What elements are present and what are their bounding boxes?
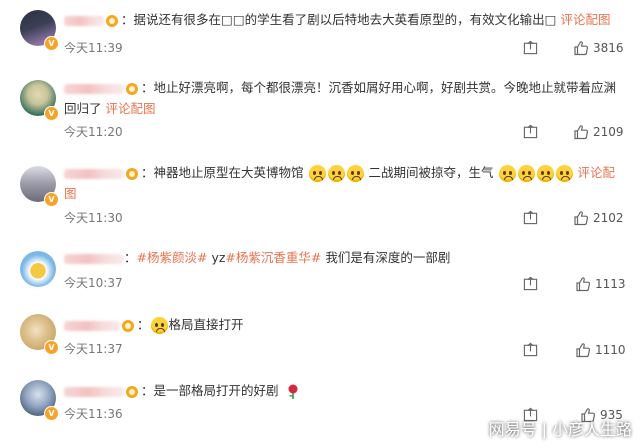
- comment-text: ：神器地止原型在大英博物馆 二战期间被掠夺，生气 评论配图: [64, 165, 615, 201]
- comment-time: 今天11:36: [64, 407, 123, 421]
- like-icon[interactable]: [575, 276, 591, 292]
- user-name[interactable]: [64, 253, 124, 264]
- hashtag-link[interactable]: #杨紫颜淡#: [137, 250, 208, 265]
- watermark-source: 网易号: [488, 420, 537, 439]
- crying-emoji-icon: [517, 165, 535, 182]
- share-icon[interactable]: [523, 40, 538, 55]
- crying-emoji-icon: [536, 165, 554, 182]
- like-icon[interactable]: [573, 210, 589, 226]
- comment-time: 今天11:37: [64, 342, 123, 356]
- crying-emoji-icon: [327, 165, 345, 182]
- comment-image-link[interactable]: 评论配图: [560, 12, 610, 27]
- level-badge-icon: [122, 319, 134, 332]
- comment-time: 今天11:20: [64, 125, 123, 139]
- like-icon[interactable]: [573, 124, 589, 140]
- user-name[interactable]: [64, 386, 124, 397]
- level-badge-icon: [106, 14, 118, 27]
- verified-badge-icon: V: [44, 36, 59, 51]
- rose-emoji-icon: [288, 384, 298, 399]
- share-icon[interactable]: [523, 124, 538, 139]
- level-badge-icon: [126, 167, 138, 180]
- hashtag-link[interactable]: #杨紫沉香重华#: [225, 250, 321, 265]
- watermark: 网易号 | 小彦人生路: [489, 416, 632, 440]
- user-name[interactable]: [64, 320, 120, 331]
- share-icon[interactable]: [523, 342, 538, 357]
- comment-time: 今天11:30: [64, 211, 123, 225]
- watermark-author: 小彦人生路: [551, 420, 632, 439]
- crying-emoji-icon: [308, 165, 326, 182]
- verified-badge-icon: V: [44, 106, 59, 121]
- share-icon[interactable]: [523, 210, 538, 225]
- comment-image-link[interactable]: 评论配图: [106, 101, 156, 116]
- comment-text: ：地止好漂亮啊，每个都很漂亮！沉香如屑好用心啊，好剧共赏。今晚地止就带着应渊回归…: [64, 80, 617, 116]
- comment-text: ：格局直接打开: [64, 314, 618, 335]
- user-name[interactable]: [64, 15, 104, 26]
- user-name[interactable]: [64, 83, 124, 94]
- comment-time: 今天10:37: [64, 276, 123, 290]
- crying-emoji-icon: [498, 165, 516, 182]
- user-name[interactable]: [64, 168, 124, 179]
- like-count[interactable]: 2102: [593, 211, 624, 225]
- watermark-separator: |: [541, 420, 547, 439]
- like-count[interactable]: 1113: [595, 277, 626, 291]
- crying-emoji-icon: [346, 165, 364, 182]
- level-badge-icon: [126, 385, 138, 398]
- comment-text: ：据说还有很多在□□的学生看了剧以后特地去大英看原型的，有效文化输出□ 评论配图: [64, 9, 618, 30]
- crying-emoji-icon: [150, 317, 168, 334]
- like-count[interactable]: 1110: [595, 343, 626, 357]
- crying-emoji-icon: [555, 165, 573, 182]
- comment-time: 今天11:39: [64, 41, 123, 55]
- level-badge-icon: [126, 82, 138, 95]
- comment-text: ：#杨紫颜淡# yz#杨紫沉香重华# 我们是有深度的一部剧: [64, 247, 618, 268]
- verified-badge-icon: V: [44, 340, 59, 355]
- like-count[interactable]: 2109: [593, 125, 624, 139]
- avatar[interactable]: [20, 251, 56, 287]
- like-count[interactable]: 3816: [593, 41, 624, 55]
- like-icon[interactable]: [573, 40, 589, 56]
- comment-text: ：是一部格局打开的好剧: [64, 380, 618, 401]
- share-icon[interactable]: [523, 276, 538, 291]
- like-icon[interactable]: [575, 342, 591, 358]
- verified-badge-icon: V: [44, 192, 59, 207]
- verified-badge-icon: V: [44, 406, 59, 421]
